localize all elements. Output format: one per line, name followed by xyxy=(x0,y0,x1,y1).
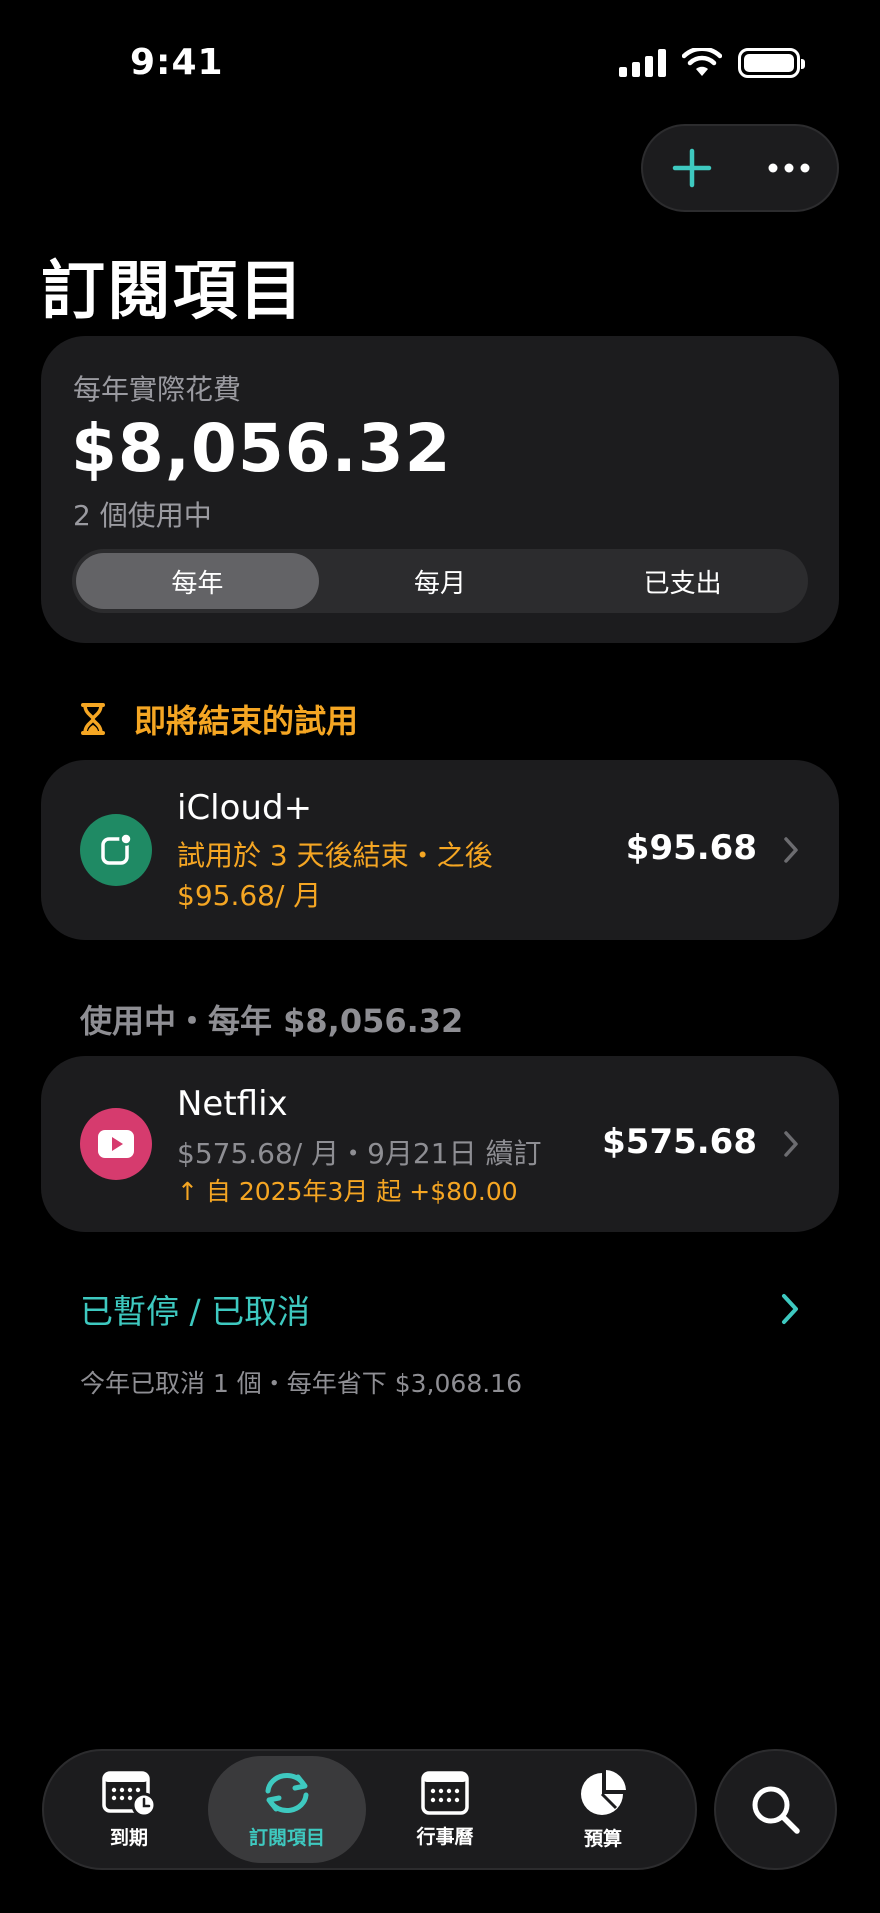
subscription-name: iCloud+ xyxy=(177,788,313,828)
trial-section-title: 即將結束的試用 xyxy=(134,702,359,740)
tab-label: 行事曆 xyxy=(416,1826,474,1848)
tab-budget[interactable]: 預算 xyxy=(524,1756,682,1863)
battery-icon xyxy=(738,48,805,78)
wifi-icon xyxy=(682,48,722,76)
period-segmented-control: 每年 每月 已支出 xyxy=(72,549,808,613)
trial-end-note: 試用於 3 天後結束・之後 xyxy=(177,839,493,872)
refresh-icon xyxy=(265,1772,309,1814)
status-time: 9:41 xyxy=(130,42,224,83)
renewal-note: $575.68/ 月・9月21日 續訂 xyxy=(177,1137,542,1170)
paused-cancelled-label: 已暫停 / 已取消 xyxy=(80,1292,311,1331)
subscription-card-icloud[interactable]: iCloud+ 試用於 3 天後結束・之後 $95.68/ 月 $95.68 xyxy=(41,760,839,940)
status-bar: 9:41 xyxy=(0,0,880,120)
active-count: 2 個使用中 xyxy=(73,499,212,532)
subscription-price: $95.68 xyxy=(625,828,757,868)
more-button[interactable] xyxy=(749,128,829,208)
icloud-glyph-icon xyxy=(101,832,133,865)
tab-label: 預算 xyxy=(583,1828,622,1850)
tab-calendar[interactable]: 行事曆 xyxy=(366,1756,524,1863)
plus-icon xyxy=(672,148,711,188)
summary-card: 每年實際花費 $8,056.32 2 個使用中 每年 每月 已支出 xyxy=(41,336,839,643)
subscription-card-netflix[interactable]: Netflix $575.68/ 月・9月21日 續訂 ↑ 自 2025年3月 … xyxy=(41,1056,839,1232)
active-section-header: 使用中・每年 $8,056.32 xyxy=(80,1002,464,1040)
tab-subscriptions[interactable]: 訂閱項目 xyxy=(208,1756,366,1863)
price-change-note: ↑ 自 2025年3月 起 +$80.00 xyxy=(177,1177,518,1206)
chevron-right-icon xyxy=(784,837,798,863)
ellipsis-icon xyxy=(768,163,809,173)
calendar-clock-icon xyxy=(102,1771,157,1817)
segment-spent[interactable]: 已支出 xyxy=(561,553,804,609)
summary-label: 每年實際花費 xyxy=(73,373,242,406)
icloud-app-icon xyxy=(80,814,152,886)
pie-chart-icon xyxy=(581,1770,626,1815)
chevron-right-icon xyxy=(782,1294,798,1324)
segment-yearly[interactable]: 每年 xyxy=(76,553,319,609)
paused-cancelled-link[interactable]: 已暫停 / 已取消 xyxy=(80,1284,800,1334)
calendar-icon xyxy=(421,1771,469,1815)
hourglass-icon xyxy=(81,703,105,735)
add-button[interactable] xyxy=(652,128,732,208)
search-button[interactable] xyxy=(714,1749,837,1870)
cancelled-savings-note: 今年已取消 1 個・每年省下 $3,068.16 xyxy=(80,1369,522,1398)
trial-after-price: $95.68/ 月 xyxy=(177,879,322,912)
subscription-name: Netflix xyxy=(177,1084,288,1124)
cellular-signal-icon xyxy=(619,49,666,77)
page-title: 訂閱項目 xyxy=(41,255,305,329)
netflix-app-icon xyxy=(80,1108,152,1180)
tab-label: 到期 xyxy=(109,1827,148,1849)
play-icon xyxy=(98,1130,134,1158)
summary-amount: $8,056.32 xyxy=(71,410,452,487)
search-icon xyxy=(752,1786,800,1834)
top-action-pill xyxy=(641,124,839,212)
status-icons xyxy=(619,48,805,78)
tab-due[interactable]: 到期 xyxy=(50,1756,208,1863)
trial-section-header: 即將結束的試用 xyxy=(80,696,358,742)
subscription-price: $575.68 xyxy=(602,1122,757,1162)
tab-label: 訂閱項目 xyxy=(248,1827,325,1849)
chevron-right-icon xyxy=(784,1131,798,1157)
segment-monthly[interactable]: 每月 xyxy=(319,553,562,609)
tab-bar: 到期 訂閱項目 行事曆 預算 xyxy=(42,1749,697,1870)
